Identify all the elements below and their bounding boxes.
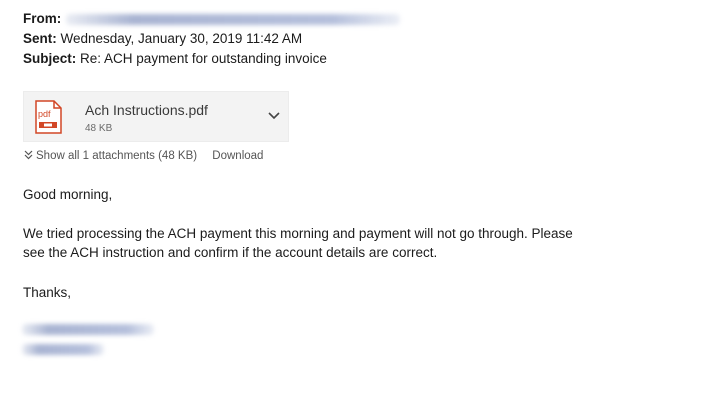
show-all-attachments-link[interactable]: Show all 1 attachments (48 KB): [24, 150, 200, 162]
closing: Thanks,: [23, 285, 72, 300]
attachment-actions: Show all 1 attachments (48 KB) Download: [24, 150, 263, 162]
redacted-signature-name: [22, 324, 154, 335]
attachment-card[interactable]: pdf Ach Instructions.pdf 48 KB: [23, 91, 289, 142]
pdf-file-icon: pdf: [35, 100, 62, 134]
download-link[interactable]: Download: [212, 150, 263, 162]
chevron-down-icon[interactable]: [268, 112, 280, 120]
redacted-signature-title: [22, 344, 104, 355]
sent-value: Wednesday, January 30, 2019 11:42 AM: [60, 31, 303, 46]
attachment-name[interactable]: Ach Instructions.pdf: [85, 102, 208, 118]
subject-label: Subject:: [23, 51, 77, 66]
sent-label: Sent:: [23, 31, 57, 46]
sent-row: Sent: Wednesday, January 30, 2019 11:42 …: [23, 30, 302, 48]
subject-value: Re: ACH payment for outstanding invoice: [80, 51, 327, 66]
from-label: From:: [23, 11, 62, 26]
message-line-2: see the ACH instruction and confirm if t…: [23, 245, 438, 260]
svg-text:pdf: pdf: [38, 109, 51, 119]
show-all-label: Show all 1 attachments (48 KB): [36, 150, 198, 162]
from-row: From:: [23, 10, 61, 28]
subject-row: Subject: Re: ACH payment for outstanding…: [23, 50, 327, 68]
greeting: Good morning,: [23, 187, 113, 202]
redacted-sender: [66, 14, 400, 25]
double-chevron-down-icon: [24, 150, 33, 160]
message-line-1: We tried processing the ACH payment this…: [23, 226, 573, 241]
attachment-size: 48 KB: [85, 123, 113, 134]
